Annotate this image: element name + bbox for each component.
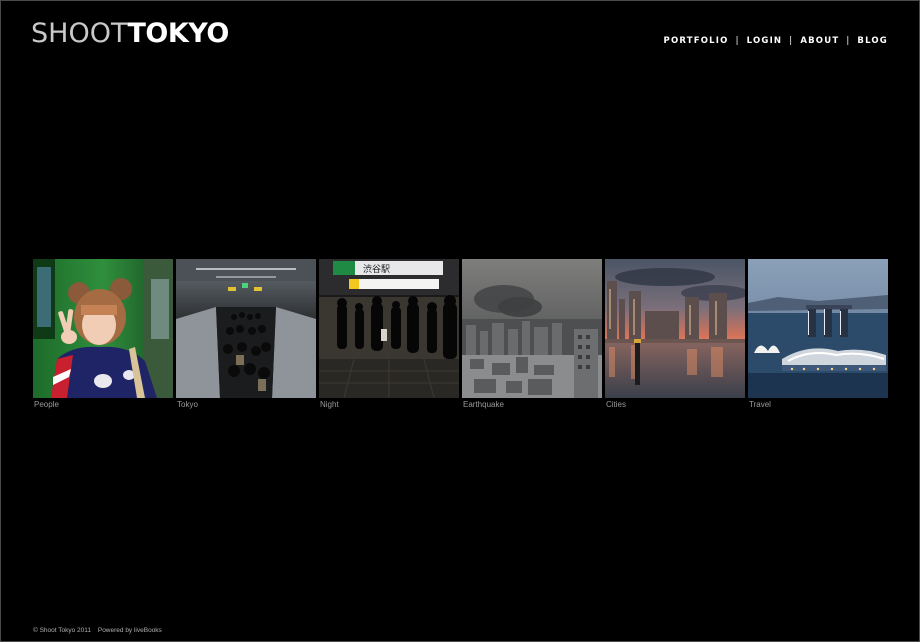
nav-login[interactable]: LOGIN <box>747 36 783 46</box>
thumbnail-people[interactable] <box>33 259 173 398</box>
earthquake-photo <box>462 259 602 398</box>
gallery-caption[interactable]: Night <box>319 400 459 409</box>
thumbnail-night[interactable]: 渋谷駅 <box>319 259 459 398</box>
people-photo <box>33 259 173 398</box>
night-photo: 渋谷駅 <box>319 259 459 398</box>
logo-light-text: SHOOT <box>31 18 128 49</box>
gallery-caption[interactable]: Travel <box>748 400 888 409</box>
gallery-caption[interactable]: Tokyo <box>176 400 316 409</box>
gallery-caption[interactable]: People <box>33 400 173 409</box>
cities-photo <box>605 259 745 398</box>
logo-bold-text: TOKYO <box>127 18 229 49</box>
footer-powered-by[interactable]: Powered by liveBooks <box>98 627 162 634</box>
travel-photo <box>748 259 888 398</box>
gallery-item-cities[interactable]: Cities <box>605 259 745 409</box>
tokyo-photo <box>176 259 316 398</box>
site-logo[interactable]: SHOOTTOKYO <box>31 17 229 51</box>
nav-portfolio[interactable]: PORTFOLIO <box>664 36 729 46</box>
gallery-grid: People Tokyo 渋谷駅 Night Earthquake Cities… <box>33 259 888 409</box>
site-footer: © Shoot Tokyo 2011 Powered by liveBooks <box>33 627 162 634</box>
nav-blog[interactable]: BLOG <box>857 36 888 46</box>
nav-separator: | <box>735 36 740 46</box>
thumbnail-travel[interactable] <box>748 259 888 398</box>
gallery-item-people[interactable]: People <box>33 259 173 409</box>
gallery-item-night[interactable]: 渋谷駅 Night <box>319 259 459 409</box>
gallery-caption[interactable]: Cities <box>605 400 745 409</box>
gallery-caption[interactable]: Earthquake <box>462 400 602 409</box>
thumbnail-cities[interactable] <box>605 259 745 398</box>
footer-copyright: © Shoot Tokyo 2011 <box>33 627 92 634</box>
station-sign-text: 渋谷駅 <box>363 263 390 274</box>
thumbnail-earthquake[interactable] <box>462 259 602 398</box>
thumbnail-tokyo[interactable] <box>176 259 316 398</box>
page-frame: SHOOTTOKYO PORTFOLIO | LOGIN | ABOUT | B… <box>0 0 920 642</box>
main-nav: PORTFOLIO | LOGIN | ABOUT | BLOG <box>664 36 888 46</box>
gallery-item-travel[interactable]: Travel <box>748 259 888 409</box>
nav-separator: | <box>846 36 851 46</box>
nav-separator: | <box>789 36 794 46</box>
nav-about[interactable]: ABOUT <box>800 36 839 46</box>
gallery-item-tokyo[interactable]: Tokyo <box>176 259 316 409</box>
gallery-item-earthquake[interactable]: Earthquake <box>462 259 602 409</box>
